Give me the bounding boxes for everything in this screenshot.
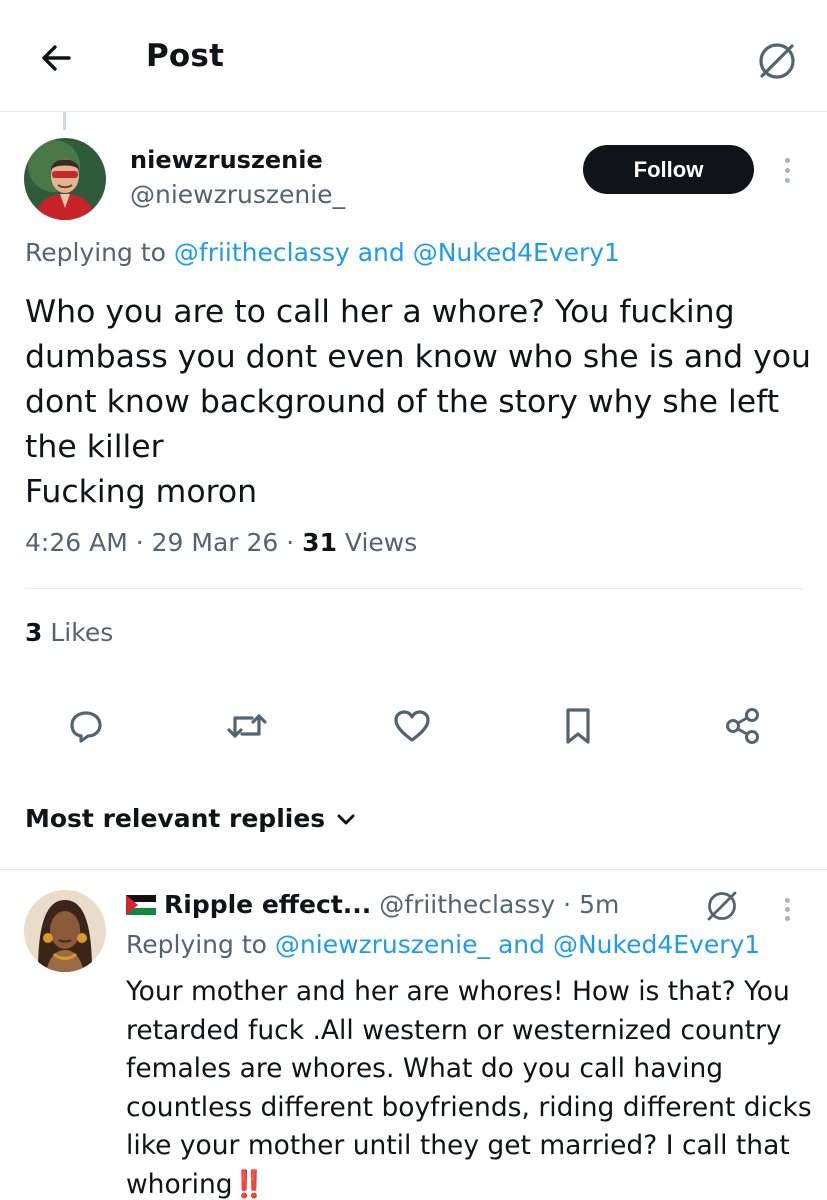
separator-dot: · <box>135 528 144 557</box>
replying-prefix: Replying to <box>25 238 166 267</box>
share-button[interactable] <box>719 702 767 750</box>
replying-and[interactable]: and <box>358 238 405 267</box>
reply-text-last: whoring <box>126 1168 233 1200</box>
reply-avatar[interactable] <box>24 890 106 972</box>
mention-link[interactable]: @friitheclassy <box>174 238 350 267</box>
likes-label: Likes <box>50 618 114 647</box>
reply-text-line: Your mother and her are whores! How is t… <box>126 976 790 1007</box>
reply-time[interactable]: 5m <box>579 890 619 919</box>
reply-handle[interactable]: @friitheclassy <box>379 890 555 919</box>
avatar[interactable] <box>24 138 106 220</box>
reply-text-line: countless different boyfriends, riding d… <box>126 1091 812 1123</box>
reply-text-line: females are whores. What do you call hav… <box>126 1053 724 1084</box>
post-body: Who you are to call her a whore? You fuc… <box>25 290 815 515</box>
page-title: Post <box>146 38 225 74</box>
more-dot <box>784 897 790 903</box>
mention-link[interactable]: @Nuked4Every1 <box>553 930 760 959</box>
reply-header: Ripple effect... @friitheclassy · 5m <box>126 890 619 919</box>
user-avatar <box>24 138 106 220</box>
views-count: 31 <box>302 528 337 557</box>
post-text-line: dont know background of the story why sh… <box>25 384 780 420</box>
grok-icon <box>707 891 737 921</box>
replies-sort-label: Most relevant replies <box>25 804 326 833</box>
bookmark-icon <box>566 708 590 744</box>
likes-stat[interactable]: 3 Likes <box>25 618 113 647</box>
post-text-line: Who you are to call her a whore? You fuc… <box>25 294 735 330</box>
author-display-name[interactable]: niewzruszenie <box>130 146 323 174</box>
post-text-line: dumbass you dont even know who she is an… <box>25 339 812 375</box>
grok-button[interactable] <box>752 36 802 86</box>
repost-button[interactable] <box>223 702 271 750</box>
post-time[interactable]: 4:26 AM <box>25 528 128 557</box>
reply-display-name[interactable]: Ripple effect... <box>164 890 371 919</box>
separator-dot: · <box>286 528 295 557</box>
divider <box>0 869 827 870</box>
mention-link[interactable]: @Nuked4Every1 <box>413 238 620 267</box>
post-text-line: Fucking moron <box>25 474 258 510</box>
more-dot <box>784 167 790 173</box>
reply-button[interactable] <box>62 702 110 750</box>
thread-connector-line <box>63 112 66 130</box>
replying-and[interactable]: and <box>498 930 545 959</box>
reply-text-line: retarded fuck .All western or westernize… <box>126 1014 782 1046</box>
likes-count: 3 <box>25 618 43 647</box>
repost-icon <box>227 714 267 738</box>
more-dot <box>784 157 790 163</box>
post-text-line: the killer <box>25 429 164 465</box>
replying-prefix: Replying to <box>126 930 267 959</box>
heart-icon <box>394 710 430 742</box>
views-label: Views <box>344 528 418 557</box>
separator-dot: · <box>563 890 572 919</box>
arrow-left-icon <box>42 45 71 71</box>
top-bar: Post <box>0 0 827 112</box>
more-dot <box>784 177 790 183</box>
reply-body: Your mother and her are whores! How is t… <box>126 973 816 1200</box>
back-button[interactable] <box>36 38 76 78</box>
post-date[interactable]: 29 Mar 26 <box>152 528 279 557</box>
reply-grok-button[interactable] <box>702 886 742 926</box>
grok-icon <box>759 43 795 79</box>
share-icon <box>726 708 759 744</box>
user-avatar <box>24 890 106 972</box>
reply-text-line: like your mother until they get married?… <box>126 1130 790 1161</box>
reply-icon <box>70 711 102 743</box>
post-metadata: 4:26 AM · 29 Mar 26 · 31 Views <box>25 528 417 557</box>
palestine-flag-icon <box>126 894 156 915</box>
reply-text-line: whoring‼️ <box>126 1166 816 1200</box>
mention-link[interactable]: @niewzruszenie_ <box>275 930 490 959</box>
reply-replying-to-line: Replying to @niewzruszenie_ and @Nuked4E… <box>126 930 760 959</box>
author-handle[interactable]: @niewzruszenie_ <box>130 180 345 209</box>
bookmark-button[interactable] <box>554 702 602 750</box>
double-exclamation-emoji: ‼️ <box>232 1168 266 1200</box>
like-button[interactable] <box>388 702 436 750</box>
more-dot <box>784 915 790 921</box>
divider <box>25 588 803 589</box>
follow-button[interactable]: Follow <box>583 145 754 194</box>
replying-to-line: Replying to @friitheclassy and @Nuked4Ev… <box>25 238 620 267</box>
chevron-down-icon <box>337 814 355 824</box>
replies-sort-dropdown[interactable]: Most relevant replies <box>25 804 357 833</box>
more-dot <box>784 906 790 912</box>
more-options-button[interactable] <box>776 152 798 188</box>
reply-more-options-button[interactable] <box>776 892 798 926</box>
